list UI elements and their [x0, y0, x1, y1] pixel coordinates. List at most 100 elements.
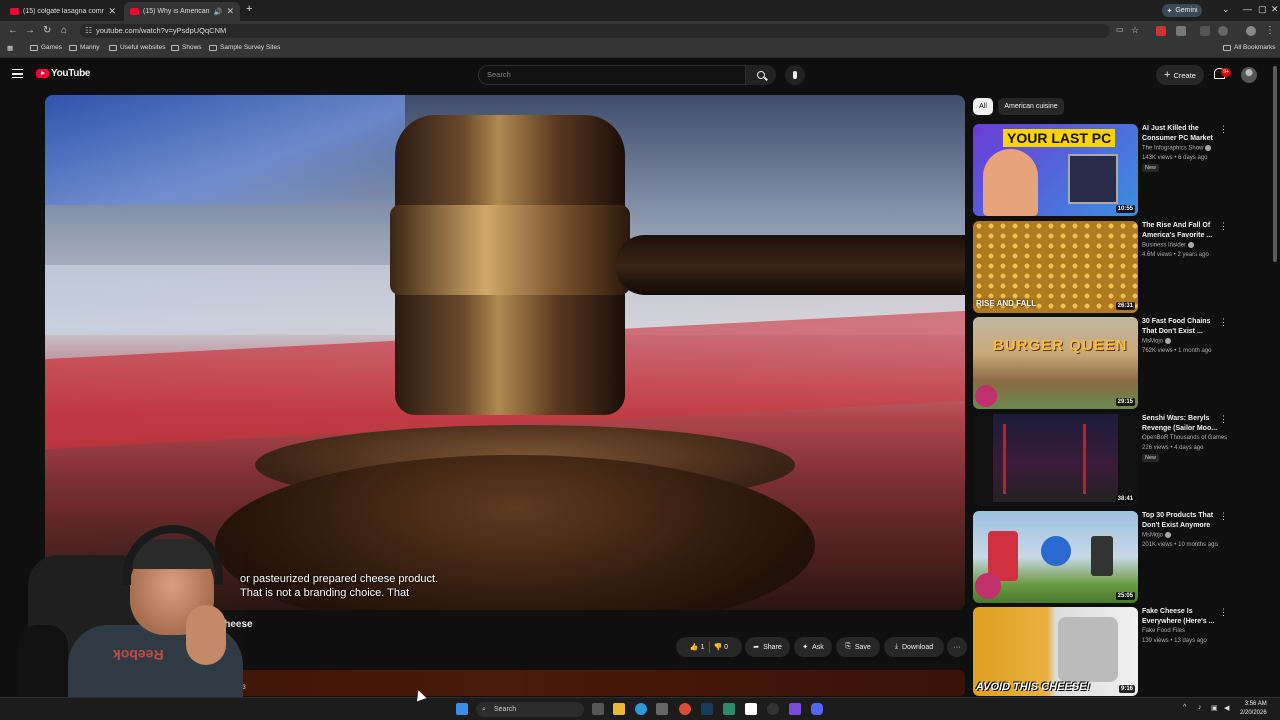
recommendation-title[interactable]: 30 Fast Food Chains That Don't Exist ...: [1142, 317, 1220, 336]
discord-icon[interactable]: [811, 703, 823, 715]
dislike-button[interactable]: 👎 0: [714, 643, 729, 651]
windows-start-icon[interactable]: [456, 703, 468, 715]
voice-search-button[interactable]: [785, 65, 805, 85]
app-icon[interactable]: [723, 703, 735, 715]
hamburger-menu-icon[interactable]: [12, 69, 23, 78]
more-options-icon[interactable]: ⋮: [1219, 124, 1228, 135]
page-scrollbar[interactable]: [1273, 66, 1277, 262]
close-window-button[interactable]: ✕: [1271, 4, 1279, 15]
video-thumbnail[interactable]: BURGER QUEEN 29:15: [973, 317, 1138, 409]
more-options-icon[interactable]: ⋮: [1219, 607, 1228, 618]
new-tab-button[interactable]: +: [246, 3, 252, 15]
back-arrow-icon[interactable]: ←: [8, 25, 18, 36]
recommendation-item[interactable]: 38:41 Senshi Wars: Beryls Revenge (Sailo…: [973, 414, 1263, 506]
recommendation-title[interactable]: Fake Cheese Is Everywhere (Here's ...: [1142, 607, 1220, 626]
mic-tray-icon[interactable]: ♪: [1198, 704, 1202, 711]
bookmark-folder[interactable]: Shows: [171, 44, 202, 51]
recommendation-title[interactable]: Top 30 Products That Don't Exist Anymore: [1142, 511, 1220, 530]
edge-icon[interactable]: [635, 703, 647, 715]
more-options-icon[interactable]: ⋮: [1219, 221, 1228, 232]
video-thumbnail[interactable]: 25:05: [973, 511, 1138, 603]
site-info-icon[interactable]: ☷: [85, 24, 92, 38]
chrome-icon[interactable]: [679, 703, 691, 715]
save-button[interactable]: ⎘ Save: [836, 637, 880, 657]
browser-tab[interactable]: (15) colgate lasagna commercial ✕: [4, 2, 122, 21]
home-icon[interactable]: ⌂: [61, 25, 67, 36]
profile-avatar-icon[interactable]: [1246, 26, 1256, 36]
steam-icon[interactable]: [701, 703, 713, 715]
profile-icon[interactable]: [1218, 26, 1228, 36]
maximize-button[interactable]: ▢: [1258, 4, 1267, 15]
channel-name[interactable]: Fake Food Files: [1142, 628, 1185, 634]
extensions-puzzle-icon[interactable]: [1176, 26, 1186, 36]
chip-american-cuisine[interactable]: American cuisine: [998, 98, 1064, 115]
share-button[interactable]: ➦ Share: [745, 637, 790, 657]
app-icon[interactable]: [745, 703, 757, 715]
recommendation-item[interactable]: RISE AND FALL 26:31 The Rise And Fall Of…: [973, 221, 1263, 313]
download-button[interactable]: ⤓ Download: [884, 637, 944, 657]
recommendation-item[interactable]: AVOID THIS CHEESE! 9:16 Fake Cheese Is E…: [973, 607, 1263, 696]
minimize-button[interactable]: —: [1243, 4, 1252, 14]
taskbar-search[interactable]: ⌕ Search: [476, 702, 584, 717]
recommendation-title[interactable]: Senshi Wars: Beryls Revenge (Sailor Moo.…: [1142, 414, 1220, 433]
sidebar-icon[interactable]: [1200, 26, 1210, 36]
like-dislike-group: 👍 1 👎 0: [676, 637, 742, 657]
channel-name[interactable]: MsMojo: [1142, 532, 1172, 539]
bookmark-folder[interactable]: Games: [30, 44, 62, 51]
more-options-icon[interactable]: ⋮: [1219, 511, 1228, 522]
recommendation-title[interactable]: AI Just Killed the Consumer PC Market: [1142, 124, 1220, 143]
reload-icon[interactable]: ↻: [43, 25, 51, 36]
close-tab-icon[interactable]: ✕: [108, 6, 116, 17]
search-input[interactable]: Search: [478, 65, 746, 85]
recommendation-item[interactable]: 25:05 Top 30 Products That Don't Exist A…: [973, 511, 1263, 603]
cast-icon[interactable]: ▭: [1116, 25, 1124, 34]
apps-grid-icon[interactable]: ▦: [7, 44, 13, 52]
url-bar[interactable]: ☷ youtube.com/watch?v=yPsdpUQqCNM: [80, 24, 1110, 38]
file-explorer-icon[interactable]: [613, 703, 625, 715]
bookmark-folder[interactable]: Useful websites: [109, 44, 166, 51]
tray-chevron-icon[interactable]: ^: [1183, 704, 1186, 711]
speaker-icon[interactable]: 🔊: [214, 8, 223, 16]
more-options-icon[interactable]: ⋮: [1219, 414, 1228, 425]
gemini-button[interactable]: ✦ Gemini: [1162, 4, 1202, 17]
extension-icon[interactable]: [1156, 26, 1166, 36]
youtube-logo[interactable]: YouTube: [36, 68, 91, 79]
recommendation-item[interactable]: BURGER QUEEN 29:15 30 Fast Food Chains T…: [973, 317, 1263, 409]
menu-dots-icon[interactable]: ⋮: [1265, 25, 1275, 36]
browser-tab-active[interactable]: (15) Why is American Chees 🔊 ✕: [124, 2, 240, 21]
app-icon[interactable]: [789, 703, 801, 715]
chip-all[interactable]: All: [973, 98, 993, 115]
store-icon[interactable]: [656, 703, 668, 715]
recommendation-title[interactable]: The Rise And Fall Of America's Favorite …: [1142, 221, 1220, 240]
bookmark-star-icon[interactable]: ☆: [1131, 25, 1139, 36]
recommendation-item[interactable]: YOUR LAST PC 10:55 AI Just Killed the Co…: [973, 124, 1263, 216]
video-thumbnail[interactable]: AVOID THIS CHEESE! 9:16: [973, 607, 1138, 696]
forward-arrow-icon[interactable]: →: [25, 25, 35, 36]
create-button[interactable]: + Create: [1156, 65, 1204, 85]
clock[interactable]: 3:56 AM 2/20/2026: [1240, 700, 1267, 718]
channel-name[interactable]: Business Insider: [1142, 242, 1195, 249]
account-avatar[interactable]: [1241, 67, 1257, 83]
ask-button[interactable]: ✦ Ask: [794, 637, 832, 657]
channel-name[interactable]: OpenBoR Thousands of Games: [1142, 435, 1227, 441]
volume-icon[interactable]: ◀: [1224, 704, 1229, 712]
bookmark-folder[interactable]: Sample Survey Sites: [209, 44, 280, 51]
task-view-icon[interactable]: [592, 703, 604, 715]
like-button[interactable]: 👍 1: [690, 643, 705, 651]
channel-name[interactable]: The Infographics Show: [1142, 145, 1212, 152]
save-label: Save: [854, 643, 871, 651]
more-options-icon[interactable]: ⋮: [1219, 317, 1228, 328]
close-tab-icon[interactable]: ✕: [226, 6, 234, 17]
view-stats: 139 views • 13 days ago: [1142, 638, 1207, 644]
channel-name[interactable]: MsMojo: [1142, 338, 1172, 345]
video-thumbnail[interactable]: YOUR LAST PC 10:55: [973, 124, 1138, 216]
video-thumbnail[interactable]: 38:41: [973, 414, 1138, 506]
video-thumbnail[interactable]: RISE AND FALL 26:31: [973, 221, 1138, 313]
bookmark-folder[interactable]: Manny: [69, 44, 100, 51]
search-button[interactable]: [746, 65, 776, 85]
tab-search-icon[interactable]: ⌄: [1222, 4, 1230, 15]
more-actions-button[interactable]: ···: [947, 637, 967, 657]
obs-icon[interactable]: [767, 703, 779, 715]
network-icon[interactable]: ▣: [1211, 704, 1218, 712]
all-bookmarks-button[interactable]: All Bookmarks: [1223, 44, 1276, 51]
